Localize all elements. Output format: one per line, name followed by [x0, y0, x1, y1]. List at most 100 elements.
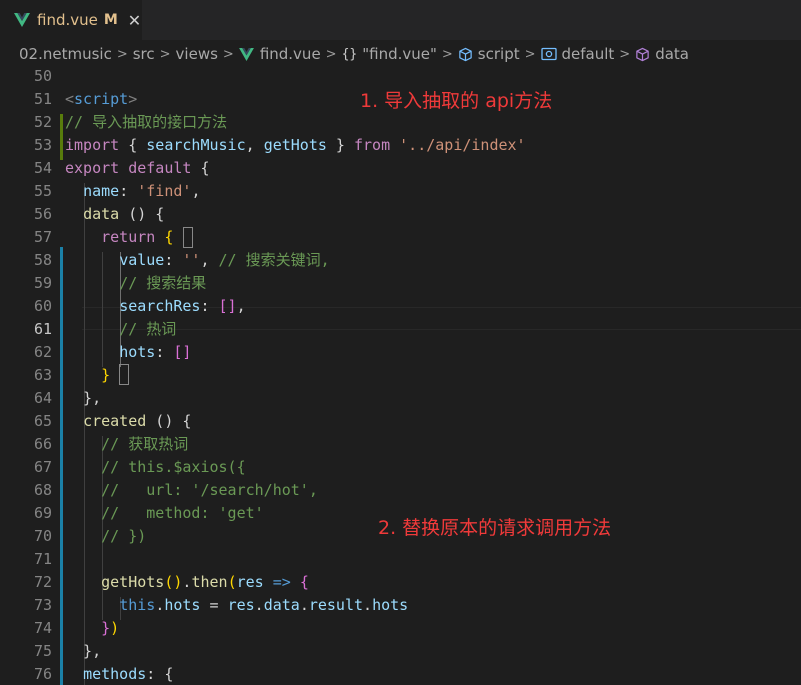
- code-token: name: [83, 182, 120, 200]
- code-token: ): [110, 619, 120, 637]
- line-number: 73: [33, 596, 52, 614]
- code-token: methods: [83, 665, 147, 683]
- modified-badge: M: [103, 12, 118, 28]
- code-text: name: 'find',: [65, 180, 200, 203]
- breadcrumb-script[interactable]: script: [478, 45, 520, 63]
- code-token: ,: [191, 182, 201, 200]
- code-line[interactable]: 66 // 获取热词: [0, 433, 801, 456]
- code-token: hots: [119, 343, 156, 361]
- code-token: {: [191, 159, 210, 177]
- code-text: // 搜索结果: [65, 272, 206, 295]
- breadcrumb-folder-views[interactable]: views: [176, 45, 218, 63]
- code-text: // url: '/search/hot',: [65, 479, 318, 502]
- line-number: 60: [33, 297, 52, 315]
- code-text: this.hots = res.data.result.hots: [65, 594, 408, 617]
- breadcrumb-project[interactable]: 02.netmusic: [19, 45, 112, 63]
- code-token: .: [155, 596, 165, 614]
- breadcrumb-data[interactable]: data: [655, 45, 689, 63]
- code-line[interactable]: 59 // 搜索结果: [0, 272, 801, 295]
- code-text: // 导入抽取的接口方法: [65, 111, 227, 134]
- code-line[interactable]: 53 import { searchMusic, getHots } from '…: [0, 134, 801, 157]
- code-token: :: [164, 251, 183, 269]
- code-token: },: [65, 642, 102, 660]
- code-line[interactable]: 75 },: [0, 640, 801, 663]
- code-line[interactable]: 61 // 热词: [0, 318, 801, 341]
- code-token: : {: [146, 665, 174, 683]
- code-line[interactable]: 68 // url: '/search/hot',: [0, 479, 801, 502]
- line-number: 53: [33, 136, 52, 154]
- code-token: }: [101, 619, 111, 637]
- code-line[interactable]: 72 getHots().then(res => {: [0, 571, 801, 594]
- code-editor[interactable]: 1. 导入抽取的 api方法 2. 替换原本的请求调用方法 50 51 <scrip…: [0, 68, 801, 685]
- code-line[interactable]: 54 export default {: [0, 157, 801, 180]
- code-line[interactable]: 57 return {: [0, 226, 801, 249]
- line-number: 51: [33, 90, 52, 108]
- code-line[interactable]: 60 searchRes: [],: [0, 295, 801, 318]
- code-line[interactable]: 51 <script>: [0, 88, 801, 111]
- code-token: {: [119, 136, 147, 154]
- code-token: :: [119, 182, 138, 200]
- code-line[interactable]: 70 // }): [0, 525, 801, 548]
- chevron-right-icon: >: [325, 46, 337, 62]
- code-line[interactable]: 73 this.hots = res.data.result.hots: [0, 594, 801, 617]
- code-text: // this.$axios({: [65, 456, 246, 479]
- code-token: // 搜索关键词,: [218, 251, 330, 269]
- code-token: >: [128, 90, 138, 108]
- code-token: ,: [200, 251, 219, 269]
- code-line[interactable]: 67 // this.$axios({: [0, 456, 801, 479]
- code-text: // 热词: [65, 318, 176, 341]
- code-token: hots: [164, 596, 201, 614]
- code-token: // 获取热词: [101, 435, 189, 453]
- line-number: 75: [33, 642, 52, 660]
- code-token: ,: [245, 136, 264, 154]
- code-token: () {: [146, 412, 192, 430]
- line-number: 61: [33, 320, 52, 338]
- line-number: 63: [33, 366, 52, 384]
- code-line[interactable]: 52 // 导入抽取的接口方法: [0, 111, 801, 134]
- code-token: :: [200, 297, 219, 315]
- code-token: getHots: [263, 136, 327, 154]
- code-line[interactable]: 62 hots: []: [0, 341, 801, 364]
- breadcrumb-module[interactable]: "find.vue": [362, 45, 437, 63]
- code-text: getHots().then(res => {: [65, 571, 309, 594]
- chevron-right-icon: >: [441, 46, 453, 62]
- code-text: <script>: [65, 88, 137, 111]
- code-text: searchRes: [],: [65, 295, 245, 318]
- code-token: =>: [272, 573, 291, 591]
- code-token: searchMusic: [146, 136, 246, 154]
- close-icon[interactable]: ✕: [128, 11, 141, 30]
- tab-find-vue[interactable]: find.vue M ✕: [0, 0, 142, 40]
- code-line[interactable]: 63 }: [0, 364, 801, 387]
- code-line[interactable]: 76 methods: {: [0, 663, 801, 685]
- code-token: getHots: [101, 573, 165, 591]
- code-line[interactable]: 50: [0, 68, 801, 88]
- code-token: created: [83, 412, 147, 430]
- code-line[interactable]: 65 created () {: [0, 410, 801, 433]
- variable-icon: [540, 47, 557, 61]
- breadcrumb-folder-src[interactable]: src: [133, 45, 155, 63]
- tab-label: find.vue: [37, 11, 98, 29]
- code-line[interactable]: 69 // method: 'get': [0, 502, 801, 525]
- code-token: // }): [101, 527, 147, 545]
- code-token: res: [227, 596, 255, 614]
- code-line[interactable]: 71: [0, 548, 801, 571]
- code-line[interactable]: 55 name: 'find',: [0, 180, 801, 203]
- breadcrumb-file[interactable]: find.vue: [260, 45, 321, 63]
- code-token: return: [101, 228, 156, 246]
- code-line[interactable]: 56 data () {: [0, 203, 801, 226]
- line-number: 70: [33, 527, 52, 545]
- code-text: export default {: [65, 157, 210, 180]
- breadcrumb-default[interactable]: default: [562, 45, 615, 63]
- code-line[interactable]: 74 }): [0, 617, 801, 640]
- code-token: },: [65, 389, 102, 407]
- code-token: searchRes: [119, 297, 201, 315]
- code-line[interactable]: 64 },: [0, 387, 801, 410]
- code-text: hots: []: [65, 341, 191, 364]
- code-line[interactable]: 58 value: '', // 搜索关键词,: [0, 249, 801, 272]
